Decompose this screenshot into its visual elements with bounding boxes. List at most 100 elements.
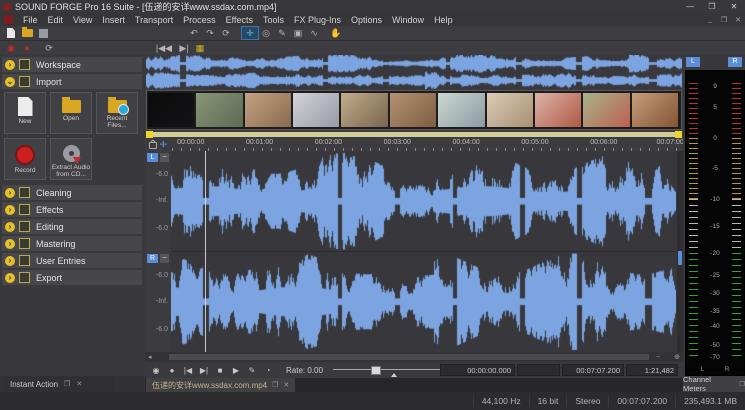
video-thumbnail[interactable] (245, 93, 291, 127)
play-as-sample-button[interactable]: ✎ (244, 366, 260, 375)
video-thumbnail[interactable] (535, 93, 581, 127)
loop-start-marker[interactable] (146, 131, 153, 138)
go-to-end-button[interactable]: ▶| (176, 42, 192, 54)
tab-restore-icon[interactable]: ❐ (739, 380, 745, 388)
instant-action-tab[interactable]: Instant Action ❐ ✕ (4, 376, 114, 392)
time-ruler[interactable]: 00:00:00 00:01:00 00:02:00 00:03:00 00:0… (172, 138, 682, 151)
sidebar-section-workspace[interactable]: › Workspace (2, 57, 142, 72)
left-channel-minimize-button[interactable]: − (160, 153, 169, 162)
menu-view[interactable]: View (68, 15, 97, 25)
lock-icon[interactable] (149, 142, 157, 149)
menu-edit[interactable]: Edit (43, 15, 69, 25)
rate-slider-thumb[interactable] (371, 366, 381, 375)
video-thumbnail[interactable] (632, 93, 678, 127)
magnify-tool-button[interactable]: ◎ (258, 27, 274, 39)
tab-restore-icon[interactable]: ❐ (64, 380, 70, 388)
import-new-button[interactable]: New (4, 92, 46, 134)
video-thumbnail[interactable] (583, 93, 629, 127)
menu-process[interactable]: Process (178, 15, 221, 25)
go-to-end-button[interactable]: ▶| (196, 366, 212, 375)
undo-button[interactable]: ↶ (186, 27, 202, 39)
menu-help[interactable]: Help (429, 15, 458, 25)
left-channel-button[interactable]: L (147, 153, 158, 162)
import-record-button[interactable]: Record (4, 138, 46, 180)
marker-grid-button[interactable]: ▦ (192, 42, 208, 54)
zoom-out-time-icon[interactable]: − (656, 354, 660, 361)
right-channel-minimize-button[interactable]: − (160, 254, 169, 263)
menu-transport[interactable]: Transport (130, 15, 178, 25)
sidebar-section-user-entries[interactable]: › User Entries (2, 253, 142, 268)
loop-region-bar[interactable] (146, 132, 682, 137)
doc-minimize-button[interactable]: _ (703, 16, 717, 24)
import-recent-files-button[interactable]: Recent Files... (96, 92, 138, 134)
right-channel-button[interactable]: R (147, 254, 158, 263)
meter-left-button[interactable]: L (686, 57, 700, 67)
sidebar-section-cleaning[interactable]: › Cleaning (2, 185, 142, 200)
tab-close-icon[interactable]: ✕ (283, 381, 289, 389)
event-tool-button[interactable]: ▣ (290, 27, 306, 39)
record-remote-button[interactable]: ◉ (3, 42, 19, 54)
redo-button[interactable]: ↷ (202, 27, 218, 39)
video-thumbnail[interactable] (438, 93, 484, 127)
sidebar-section-import[interactable]: ⌄ Import (2, 74, 142, 89)
maximize-button[interactable]: ❐ (701, 2, 723, 11)
horizontal-scrollbar[interactable]: ◂ − ⊕ (145, 352, 683, 362)
channel-meters-tab[interactable]: Channel Meters ❐ (683, 376, 745, 392)
open-file-button[interactable] (19, 27, 35, 39)
video-thumbnail[interactable] (487, 93, 533, 127)
menu-file[interactable]: File (18, 15, 43, 25)
import-open-button[interactable]: Open (50, 92, 92, 134)
sidebar-section-editing[interactable]: › Editing (2, 219, 142, 234)
video-thumbnail[interactable] (390, 93, 436, 127)
new-file-button[interactable] (3, 27, 19, 39)
doc-restore-button[interactable]: ❐ (717, 16, 731, 24)
hand-tool-button[interactable]: ✋ (328, 27, 344, 39)
zoom-in-time-icon[interactable]: ⊕ (674, 353, 680, 361)
menu-window[interactable]: Window (387, 15, 429, 25)
meter-right-button[interactable]: R (728, 57, 742, 67)
loop-playback-button[interactable]: ◔ (260, 366, 276, 375)
sidebar-section-mastering[interactable]: › Mastering (2, 236, 142, 251)
stop-button[interactable]: ■ (212, 366, 228, 375)
video-strip[interactable] (146, 90, 682, 130)
repeat-button[interactable]: ⟳ (218, 27, 234, 39)
menu-options[interactable]: Options (346, 15, 387, 25)
overview-bar[interactable] (146, 55, 682, 89)
vertical-scrollbar-thumb[interactable] (678, 251, 682, 265)
go-to-start-button[interactable]: |◀◀ (152, 42, 176, 54)
envelope-tool-button[interactable]: ∿ (306, 27, 322, 39)
tab-restore-icon[interactable]: ❐ (272, 381, 278, 389)
scroll-left-icon[interactable]: ◂ (148, 353, 152, 361)
loop-end-marker[interactable] (675, 131, 682, 138)
ruler-tick-label: 00:07:00 (657, 139, 684, 146)
play-button[interactable]: ▶ (228, 366, 244, 375)
tab-close-icon[interactable]: ✕ (76, 380, 82, 388)
menu-tools[interactable]: Tools (258, 15, 289, 25)
close-button[interactable]: ✕ (723, 2, 745, 11)
loop-playback-button[interactable]: ⟳ (41, 42, 57, 54)
menu-effects[interactable]: Effects (221, 15, 258, 25)
minimize-button[interactable]: — (679, 2, 701, 11)
rate-slider[interactable] (333, 365, 451, 375)
edit-tool-button[interactable]: ✛ (242, 27, 258, 39)
video-thumbnail[interactable] (148, 93, 194, 127)
video-thumbnail[interactable] (341, 93, 387, 127)
save-button[interactable] (35, 27, 51, 39)
video-thumbnail[interactable] (196, 93, 242, 127)
snap-icon[interactable]: ✛ (160, 140, 167, 149)
import-extract-cd-button[interactable]: Extract Audio from CD... (50, 138, 92, 180)
sidebar-section-export[interactable]: › Export (2, 270, 142, 285)
overview-waveform[interactable] (146, 55, 682, 89)
sidebar-section-effects[interactable]: › Effects (2, 202, 142, 217)
record-remote-button[interactable]: ◉ (148, 366, 164, 375)
record-button[interactable]: ● (164, 366, 180, 375)
horizontal-scrollbar-thumb[interactable] (169, 354, 649, 360)
video-thumbnail[interactable] (293, 93, 339, 127)
menu-insert[interactable]: Insert (97, 15, 130, 25)
go-to-start-button[interactable]: |◀ (180, 366, 196, 375)
record-button[interactable]: ● (19, 42, 35, 54)
pencil-tool-button[interactable]: ✎ (274, 27, 290, 39)
doc-close-button[interactable]: ✕ (731, 16, 745, 24)
document-tab[interactable]: 伍递的安详www.ssdax.com.mp4 ❐ ✕ (146, 378, 295, 392)
menu-fx-plugins[interactable]: FX Plug-Ins (289, 15, 346, 25)
